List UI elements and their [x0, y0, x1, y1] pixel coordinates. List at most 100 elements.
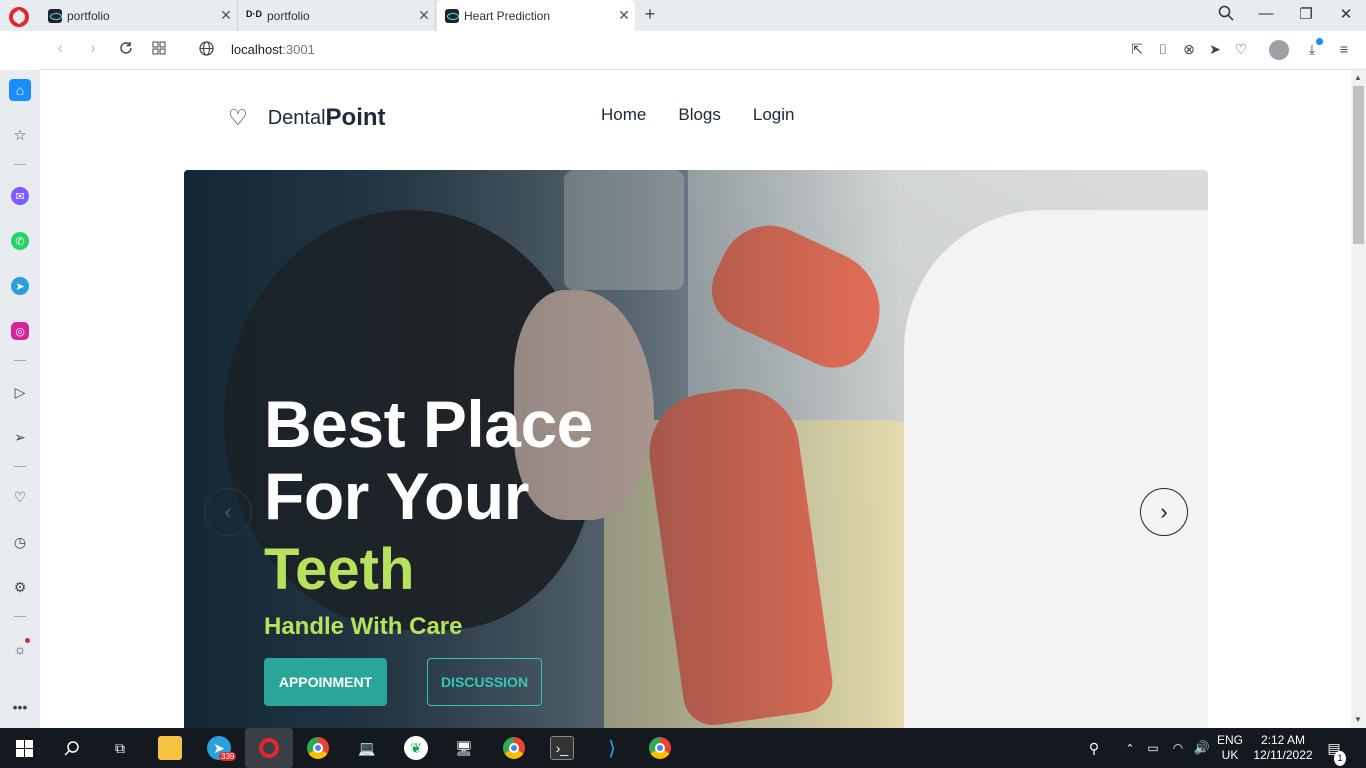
sidebar-divider — [14, 466, 26, 467]
hero-title-accent: Teeth — [264, 537, 415, 602]
close-icon[interactable]: ✕ — [613, 7, 635, 24]
appointment-button[interactable]: APPOINMENT — [264, 658, 387, 706]
hero-title: Best Place For Your — [264, 388, 593, 532]
settings-icon[interactable]: ⚙ — [9, 576, 31, 598]
url-host: localhost — [231, 42, 283, 57]
remote-desktop-icon[interactable]: 🖥 — [452, 736, 476, 760]
speed-dial-home-icon[interactable]: ⌂ — [9, 79, 31, 101]
hero-title-line1: Best Place — [264, 387, 593, 461]
restore-icon[interactable]: ❐ — [1294, 5, 1318, 23]
player-icon[interactable]: ▷ — [9, 381, 31, 403]
tooth-heart-icon: ♡ — [228, 105, 248, 130]
url-port: :3001 — [282, 42, 315, 57]
opera-taskbar-icon[interactable] — [245, 728, 293, 768]
heart-icon[interactable]: ♡ — [1232, 41, 1250, 58]
scroll-down-icon[interactable]: ▼ — [1354, 715, 1362, 724]
camera-icon[interactable]: ⌷ — [1154, 41, 1172, 58]
tab-title: portfolio — [67, 8, 110, 23]
back-icon[interactable]: ‹ — [50, 40, 70, 58]
notification-dot — [25, 638, 30, 643]
volume-icon[interactable]: 🔊 — [1190, 736, 1214, 760]
input-language[interactable]: ENG UK — [1214, 733, 1246, 763]
file-explorer-icon[interactable] — [158, 736, 182, 760]
send-icon[interactable]: ➤ — [1206, 41, 1224, 58]
clock-time: 2:12 AM — [1260, 733, 1306, 747]
scroll-up-icon[interactable]: ▲ — [1354, 73, 1362, 82]
search-tabs-icon[interactable] — [1214, 5, 1238, 25]
tab-heart-prediction[interactable]: Heart Prediction ✕ — [437, 0, 635, 31]
network-app-icon[interactable]: 💻 — [355, 736, 379, 760]
main-nav: Home Blogs Login — [601, 105, 795, 125]
close-icon[interactable]: ✕ — [413, 7, 435, 24]
wifi-icon[interactable]: ◠ — [1166, 736, 1190, 760]
history-icon[interactable]: ◷ — [9, 531, 31, 553]
show-hidden-icons[interactable]: ⌃ — [1118, 736, 1142, 760]
opera-sidebar: ⌂ ☆ ✉ ✆ ➤ ◎ ▷ ➢ ♡ ◷ ⚙ ☼ ••• — [0, 70, 40, 728]
task-view-icon[interactable]: ⧉ — [108, 736, 132, 760]
flow-icon[interactable]: ➢ — [9, 426, 31, 448]
instagram-icon[interactable]: ◎ — [11, 322, 29, 340]
nav-home[interactable]: Home — [601, 105, 646, 125]
pinboard-heart-icon[interactable]: ♡ — [9, 486, 31, 508]
lang-line2: UK — [1221, 748, 1239, 762]
sidebar-divider — [14, 616, 26, 617]
discussion-button[interactable]: DISCUSSION — [427, 658, 542, 706]
sidebar-divider — [14, 360, 26, 361]
whatsapp-icon[interactable]: ✆ — [11, 232, 29, 250]
globe-icon — [196, 41, 216, 61]
chrome-icon-2[interactable] — [648, 736, 672, 760]
carousel-next-button[interactable]: › — [1140, 488, 1188, 536]
notification-count: 1 — [1334, 751, 1346, 766]
page-scrollbar[interactable]: ▲ ▼ — [1351, 70, 1366, 728]
tab-strip: portfolio ✕ D·D portfolio ✕ Heart Predic… — [0, 0, 1366, 31]
messenger-icon[interactable]: ✉ — [11, 187, 29, 205]
minimize-icon[interactable]: — — [1254, 5, 1278, 22]
clock[interactable]: 2:12 AM 12/11/2022 — [1250, 733, 1316, 763]
tab-portfolio-1[interactable]: portfolio ✕ — [40, 0, 238, 31]
terminal-icon[interactable]: ›_ — [550, 736, 574, 760]
vscode-icon[interactable]: ⟩ — [600, 736, 624, 760]
tab-title: portfolio — [267, 8, 310, 23]
web-page: ♡ Dental Point Home Blogs Login Best Pla… — [40, 70, 1351, 728]
search-icon[interactable] — [60, 736, 84, 760]
opera-logo-icon[interactable] — [9, 7, 29, 27]
telegram-badge: 339 — [219, 752, 237, 761]
mongodb-icon[interactable]: ❦ — [404, 736, 428, 760]
windows-start-icon[interactable] — [12, 736, 36, 760]
hero-subtitle: Handle With Care — [264, 613, 463, 640]
brand-logo[interactable]: ♡ Dental Point — [228, 104, 386, 132]
tab-portfolio-2[interactable]: D·D portfolio ✕ — [238, 0, 436, 31]
download-badge — [1316, 38, 1323, 45]
share-icon[interactable]: ⇱ — [1128, 41, 1146, 58]
battery-icon[interactable]: ▭ — [1141, 736, 1165, 760]
forward-icon[interactable]: › — [83, 40, 103, 58]
scroll-thumb[interactable] — [1353, 86, 1364, 244]
nav-blogs[interactable]: Blogs — [678, 105, 721, 125]
chrome-icon[interactable] — [306, 736, 330, 760]
close-icon[interactable]: ✕ — [215, 7, 237, 24]
brand-name-light: Dental — [267, 106, 326, 129]
reload-icon[interactable] — [116, 41, 136, 60]
new-tab-button[interactable]: + — [640, 4, 660, 25]
clock-date: 12/11/2022 — [1253, 748, 1313, 762]
window-close-icon[interactable]: ✕ — [1334, 5, 1358, 23]
windows-taskbar: ⧉ ➤ 339 💻 ❦ 🖥 ›_ ⟩ ⚲ ⌃ ▭ ◠ 🔊 ENG UK 2:12… — [0, 728, 1366, 768]
bookmarks-icon[interactable]: ☆ — [9, 124, 31, 146]
hero-carousel: Best Place For Your Teeth Handle With Ca… — [184, 170, 1208, 728]
url-field[interactable]: localhost:3001 — [231, 42, 315, 57]
profile-avatar-icon[interactable] — [1269, 40, 1289, 60]
more-icon[interactable]: ••• — [9, 696, 31, 718]
people-icon[interactable]: ⚲ — [1082, 736, 1106, 760]
nav-login[interactable]: Login — [753, 105, 795, 125]
react-icon — [445, 8, 459, 23]
ym-icon: D·D — [246, 8, 262, 19]
adblock-icon[interactable]: ⊗ — [1180, 41, 1198, 58]
lang-line1: ENG — [1216, 733, 1243, 747]
easy-setup-icon[interactable]: ≡ — [1335, 41, 1353, 57]
carousel-prev-button[interactable]: ‹ — [204, 488, 252, 536]
telegram-icon[interactable]: ➤ — [11, 277, 29, 295]
chrome-profile-icon[interactable] — [502, 736, 526, 760]
tabs-grid-icon[interactable] — [149, 41, 169, 60]
sidebar-divider — [14, 164, 26, 165]
brand-name-bold: Point — [325, 104, 386, 131]
